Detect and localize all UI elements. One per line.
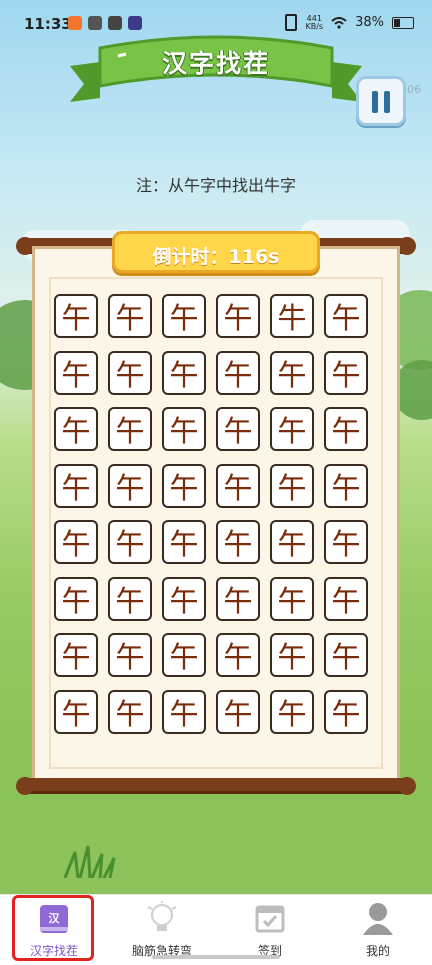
character-tile[interactable]: 午 — [108, 576, 152, 621]
character-tile[interactable]: 午 — [324, 576, 368, 621]
nav-label: 我的 — [365, 944, 390, 958]
character-tile[interactable]: 午 — [54, 463, 98, 508]
character-tile[interactable]: 午 — [54, 294, 98, 338]
character-tile[interactable]: 午 — [108, 633, 152, 677]
nav-item-hanzi-zhaocha[interactable]: 汉 汉字找茬 — [0, 895, 108, 965]
character-tile[interactable]: 午 — [216, 407, 260, 451]
grass-icon — [63, 845, 116, 878]
character-tile[interactable]: 午 — [54, 689, 98, 734]
character-tile[interactable]: 午 — [162, 689, 206, 734]
character-tile[interactable]: 午 — [216, 350, 260, 395]
character-tile[interactable]: 午 — [108, 463, 152, 508]
battery-icon — [392, 16, 414, 29]
character-tile[interactable]: 午 — [324, 294, 368, 338]
character-tile[interactable]: 午 — [162, 407, 206, 451]
countdown-timer: 倒计时：116s — [112, 231, 320, 273]
character-tile[interactable]: 午 — [324, 520, 368, 564]
character-tile[interactable]: 午 — [324, 407, 368, 451]
character-tile[interactable]: 牛 — [270, 294, 314, 338]
character-tile[interactable]: 午 — [216, 633, 260, 677]
character-tile[interactable]: 午 — [54, 520, 98, 564]
lightbulb-icon — [147, 901, 177, 931]
character-tile[interactable]: 午 — [324, 350, 368, 395]
character-tile[interactable]: 午 — [162, 463, 206, 508]
character-tile[interactable]: 午 — [270, 576, 314, 621]
character-tile[interactable]: 午 — [216, 463, 260, 508]
character-tile[interactable]: 午 — [270, 350, 314, 395]
character-tile[interactable]: 午 — [162, 633, 206, 677]
pause-icon — [372, 91, 378, 113]
character-tile[interactable]: 午 — [54, 407, 98, 451]
nav-label: 汉字找茬 — [29, 944, 78, 958]
scroll-bottom-rod — [22, 778, 410, 794]
character-tile[interactable]: 午 — [270, 633, 314, 677]
book-icon: 汉 — [38, 901, 70, 935]
character-tile[interactable]: 午 — [54, 633, 98, 677]
character-tile[interactable]: 午 — [216, 520, 260, 564]
character-tile[interactable]: 午 — [108, 689, 152, 734]
character-tile[interactable]: 午 — [162, 350, 206, 395]
character-tile[interactable]: 午 — [108, 520, 152, 564]
character-tile[interactable]: 午 — [270, 689, 314, 734]
character-tile[interactable]: 午 — [324, 689, 368, 734]
character-tile[interactable]: 午 — [54, 350, 98, 395]
character-tile[interactable]: 午 — [216, 689, 260, 734]
character-tile[interactable]: 午 — [162, 294, 206, 338]
character-tile[interactable]: 午 — [216, 294, 260, 338]
character-tile[interactable]: 午 — [270, 520, 314, 564]
user-icon — [363, 903, 393, 935]
home-indicator[interactable] — [152, 955, 280, 959]
game-title: 汉字找茬 — [161, 49, 270, 78]
character-tile[interactable]: 午 — [270, 407, 314, 451]
timer-text: 倒计时：116s — [152, 246, 280, 268]
wifi-icon — [331, 16, 347, 29]
calendar-check-icon — [255, 905, 285, 933]
character-tile[interactable]: 午 — [162, 520, 206, 564]
character-tile[interactable]: 午 — [108, 350, 152, 395]
status-time: 11:33 — [24, 15, 72, 33]
title-ribbon: 汉字找茬 — [70, 28, 362, 108]
character-tile[interactable]: 午 — [270, 463, 314, 508]
character-tile[interactable]: 午 — [216, 576, 260, 621]
pause-button[interactable] — [356, 76, 406, 126]
character-tile[interactable]: 午 — [162, 576, 206, 621]
character-tile[interactable]: 午 — [108, 407, 152, 451]
character-tile[interactable]: 午 — [324, 633, 368, 677]
character-tile[interactable]: 午 — [54, 576, 98, 621]
character-tile[interactable]: 午 — [324, 463, 368, 508]
instruction-note: 注：从午字中找出牛字 — [135, 176, 296, 195]
character-tile[interactable]: 午 — [108, 294, 152, 338]
nav-item-wode[interactable]: 我的 — [324, 895, 432, 965]
